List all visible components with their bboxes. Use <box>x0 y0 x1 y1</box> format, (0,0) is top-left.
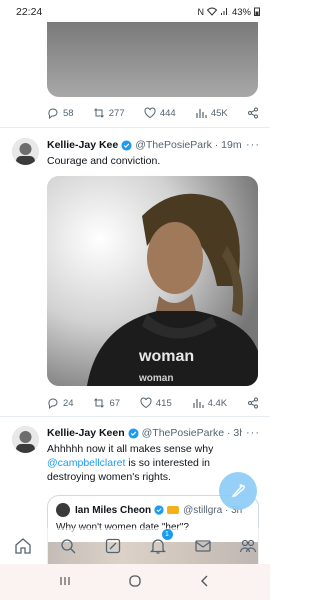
verified-badge-icon <box>121 139 132 151</box>
notification-badge: 1 <box>161 529 173 540</box>
share-button[interactable] <box>247 107 259 119</box>
avatar[interactable] <box>12 138 39 165</box>
retweet-button[interactable]: 67 <box>93 397 120 409</box>
share-button[interactable] <box>247 397 259 409</box>
tweet-header: Kellie-Jay Kee @ThePosiePark · 19m ··· <box>47 138 260 152</box>
mention-link[interactable]: @campbellclaret <box>47 457 125 469</box>
compose-feather-icon <box>231 484 245 497</box>
signal-icon <box>220 7 229 18</box>
heart-icon <box>144 107 156 119</box>
previous-tweet-media[interactable] <box>47 22 258 97</box>
reply-button[interactable]: 24 <box>47 397 74 409</box>
battery-percent: 43% <box>231 6 251 18</box>
previous-tweet-actions: 58 277 444 45K <box>47 105 259 121</box>
tweet-header: Kellie-Jay Keen @ThePosieParke · 3h ··· <box>47 426 260 440</box>
tweet-divider <box>0 416 270 417</box>
tweet-text: Courage and conviction. <box>47 155 161 167</box>
more-options-button[interactable]: ··· <box>246 139 260 151</box>
avatar-image <box>12 426 39 453</box>
home-circle-icon <box>129 574 141 587</box>
views-icon <box>192 399 204 408</box>
nav-search[interactable] <box>57 535 79 557</box>
more-options-button[interactable]: ··· <box>246 427 260 439</box>
bell-icon <box>149 539 166 554</box>
wifi-icon <box>206 7 218 18</box>
retweet-button[interactable]: 277 <box>93 107 125 119</box>
reply-count: 58 <box>63 107 74 119</box>
reply-button[interactable]: 58 <box>47 107 74 119</box>
like-button[interactable]: 415 <box>140 397 172 409</box>
quoted-author-name: Ian Miles Cheon <box>75 504 152 516</box>
author-name[interactable]: Kellie-Jay Keen <box>47 427 125 439</box>
retweet-icon <box>94 398 105 408</box>
author-name[interactable]: Kellie-Jay Kee <box>47 139 118 151</box>
search-icon <box>60 539 75 554</box>
tweet-photo[interactable]: woman woman <box>47 176 258 386</box>
nfc-icon: N <box>197 7 204 17</box>
nav-notifications[interactable]: 1 <box>147 529 173 557</box>
status-icons: N 43% <box>197 7 260 18</box>
compose-button[interactable] <box>219 472 257 510</box>
photo-text-woman-small: woman <box>138 373 173 384</box>
retweet-icon <box>93 108 104 118</box>
like-count: 415 <box>155 397 172 409</box>
communities-icon <box>239 539 256 553</box>
home-system-button[interactable] <box>128 574 142 591</box>
retweet-count: 277 <box>108 107 125 119</box>
share-icon <box>247 107 258 119</box>
verified-badge-icon <box>128 427 139 439</box>
views-button[interactable]: 4.4K <box>192 397 228 409</box>
tweet-actions: 24 67 415 4.4K <box>47 395 259 411</box>
author-handle[interactable]: @ThePosieParke · 3h <box>142 427 242 439</box>
home-icon <box>14 538 31 554</box>
tweet-text-part: Ahhhhh now it all makes sense why <box>47 443 214 455</box>
tweet-time: e · 3h <box>218 427 242 439</box>
tweet-time: · 19m <box>214 139 242 151</box>
retweet-count: 67 <box>109 397 121 409</box>
photo-image: woman woman <box>47 176 258 386</box>
views-button[interactable]: 45K <box>195 107 228 119</box>
nav-communities[interactable] <box>237 535 259 557</box>
status-time: 22:24 <box>16 6 43 18</box>
avatar-image <box>12 138 39 165</box>
heart-icon <box>140 397 152 409</box>
nav-messages[interactable] <box>192 535 214 557</box>
battery-icon <box>254 7 260 18</box>
back-button[interactable] <box>198 574 212 591</box>
photo-text-woman: woman <box>138 348 194 365</box>
share-icon <box>248 397 258 409</box>
like-count: 444 <box>159 107 176 119</box>
mail-icon <box>194 540 211 552</box>
bottom-navigation: 1 <box>0 528 270 564</box>
recent-apps-icon <box>60 576 70 585</box>
status-bar: 22:24 N 43% <box>0 0 270 24</box>
tweet-divider <box>0 127 270 128</box>
reply-count: 24 <box>63 397 74 409</box>
avatar[interactable] <box>12 426 39 453</box>
recent-apps-button[interactable] <box>58 575 72 590</box>
nav-grok[interactable] <box>102 535 124 557</box>
views-count: 4.4K <box>207 397 228 409</box>
verified-badge-icon <box>154 505 164 515</box>
grok-icon <box>105 538 120 554</box>
author-handle[interactable]: @ThePosiePark · 19m <box>135 139 242 151</box>
back-chevron-icon <box>201 575 208 586</box>
reply-icon <box>48 398 58 409</box>
nav-home[interactable] <box>12 535 34 557</box>
views-icon <box>196 109 207 118</box>
reply-icon <box>48 108 58 119</box>
system-navigation-bar <box>0 564 270 600</box>
like-button[interactable]: 444 <box>144 107 176 119</box>
quoted-avatar <box>56 503 70 517</box>
views-count: 45K <box>210 107 228 119</box>
affiliate-badge-icon <box>167 506 180 514</box>
